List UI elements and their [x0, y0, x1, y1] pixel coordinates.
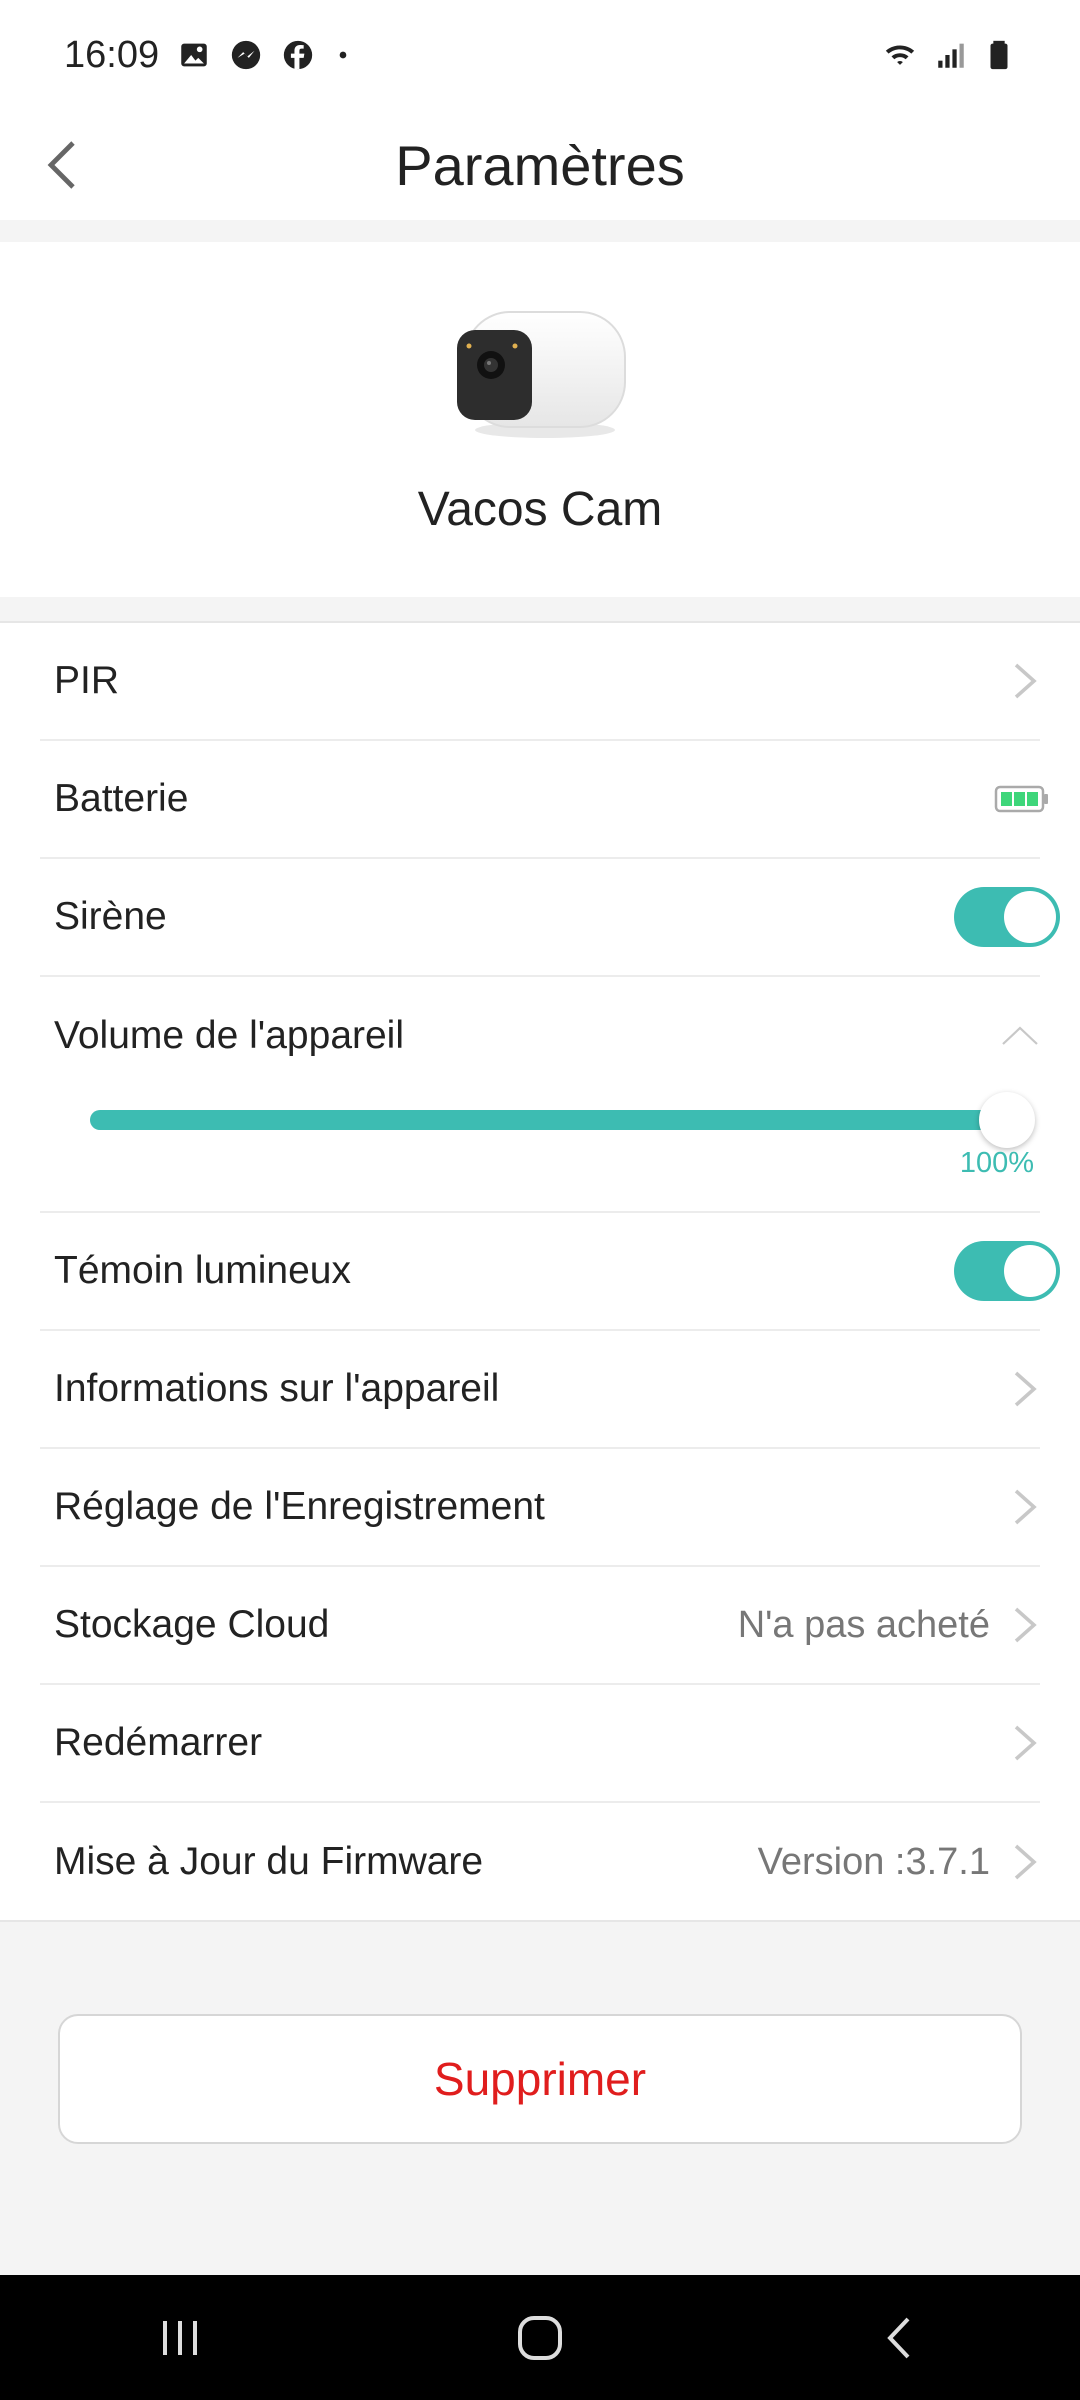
volume-value: 100% [959, 1147, 1034, 1179]
volume-slider[interactable] [90, 1092, 1035, 1148]
firmware-version: Version :3.7.1 [757, 1840, 990, 1883]
toggle-knob [1004, 1245, 1056, 1297]
chevron-right-icon [1014, 1725, 1037, 1761]
setting-label: Volume de l'appareil [54, 1014, 405, 1057]
device-name: Vacos Cam [417, 483, 663, 536]
setting-pir[interactable]: PIR [40, 623, 1040, 741]
setting-firmware[interactable]: Mise à Jour du Firmware Version :3.7.1 [40, 1803, 1040, 1921]
volume-slider-thumb[interactable] [979, 1092, 1035, 1148]
divider [0, 220, 1080, 242]
home-button[interactable] [495, 2293, 585, 2383]
volume-slider-fill [90, 1110, 1007, 1130]
siren-toggle[interactable] [954, 887, 1060, 947]
bottom-area: Supprimer [0, 1920, 1080, 2275]
chevron-right-icon [1014, 1607, 1037, 1643]
signal-icon [938, 43, 964, 68]
back-icon [887, 2317, 910, 2358]
chevron-left-icon [47, 141, 75, 189]
chevron-right-icon [1014, 1844, 1037, 1880]
camera-device-image [457, 311, 626, 438]
chevron-up-icon[interactable] [1000, 1024, 1040, 1048]
header: Paramètres [0, 110, 1080, 220]
indicator-toggle[interactable] [954, 1241, 1060, 1301]
setting-label: Témoin lumineux [54, 1249, 351, 1292]
setting-siren: Sirène [40, 859, 1060, 977]
wifi-icon [885, 45, 915, 65]
home-icon [518, 2315, 562, 2360]
chevron-right-icon [1014, 1489, 1037, 1525]
setting-label: Redémarrer [54, 1721, 263, 1764]
image-icon [181, 43, 207, 67]
device-card: Vacos Cam [0, 242, 1080, 597]
setting-restart[interactable]: Redémarrer [40, 1685, 1040, 1803]
dot-icon [339, 51, 347, 59]
facebook-icon [283, 40, 313, 70]
setting-cloud-storage[interactable]: Stockage Cloud N'a pas acheté [40, 1567, 1040, 1685]
toggle-knob [1004, 891, 1056, 943]
setting-volume: Volume de l'appareil 100% [40, 977, 1040, 1213]
setting-recording[interactable]: Réglage de l'Enregistrement [40, 1449, 1040, 1567]
recent-apps-button[interactable] [135, 2293, 225, 2383]
system-nav-bar [0, 2275, 1080, 2400]
cloud-status: N'a pas acheté [737, 1603, 990, 1646]
recent-apps-icon [163, 2320, 197, 2355]
setting-label: Réglage de l'Enregistrement [54, 1485, 545, 1528]
settings-list: PIR Batterie Sirène Volume de l'appareil [0, 623, 1080, 1921]
setting-label: PIR [54, 659, 120, 702]
setting-label: Stockage Cloud [54, 1603, 330, 1646]
setting-label: Informations sur l'appareil [54, 1367, 500, 1410]
status-time: 16:09 [64, 33, 160, 76]
messenger-icon [231, 40, 261, 70]
setting-battery: Batterie [40, 741, 1048, 859]
battery-level-icon [994, 785, 1048, 813]
back-button[interactable] [28, 130, 98, 200]
setting-indicator-light: Témoin lumineux [40, 1213, 1060, 1331]
setting-label: Batterie [54, 777, 189, 820]
page-title: Paramètres [395, 133, 685, 197]
battery-status-icon [990, 40, 1008, 70]
status-bar: 16:09 [0, 0, 1080, 110]
setting-label: Sirène [54, 895, 167, 938]
divider [0, 597, 1080, 623]
nav-back-button[interactable] [855, 2293, 945, 2383]
chevron-right-icon [1014, 1371, 1037, 1407]
delete-button[interactable]: Supprimer [58, 2014, 1022, 2144]
setting-label: Mise à Jour du Firmware [54, 1840, 484, 1883]
chevron-right-icon [1014, 663, 1037, 699]
setting-device-info[interactable]: Informations sur l'appareil [40, 1331, 1040, 1449]
